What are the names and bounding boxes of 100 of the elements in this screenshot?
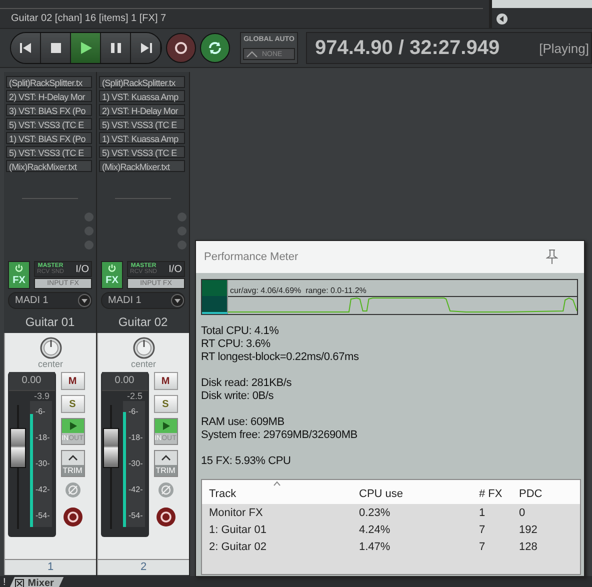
trim-button[interactable]: TRIM bbox=[60, 450, 84, 477]
fx-slot[interactable]: 1) VST: BIAS FX (Po bbox=[6, 132, 92, 144]
scroll-left-icon[interactable] bbox=[496, 13, 508, 25]
mixer-tab[interactable]: Mixer bbox=[8, 576, 64, 587]
fx-slot[interactable]: (Split)RackSplitter.tx bbox=[6, 76, 92, 88]
fx-slot[interactable]: 5) VST: VSS3 (TC E bbox=[6, 146, 92, 158]
stat-line: RAM use: 609MB bbox=[201, 416, 286, 429]
record-icon bbox=[174, 41, 188, 55]
stat-line: 15 FX: 5.93% CPU bbox=[201, 455, 292, 468]
table-cell-text: 128 bbox=[518, 540, 538, 552]
pause-button[interactable] bbox=[101, 33, 131, 63]
record-arm-button[interactable] bbox=[62, 507, 82, 527]
pause-icon bbox=[108, 41, 122, 55]
table-cell-text: 4.24% bbox=[358, 524, 392, 536]
meter-scale-label: -6- bbox=[128, 407, 138, 416]
column-header[interactable]: Track bbox=[202, 480, 352, 504]
fx-toggle-button[interactable]: FX bbox=[8, 261, 30, 289]
graph-label: cur/avg: 4.06/4.69% range: 0.0-11.2% bbox=[229, 286, 366, 295]
io-label: I/O bbox=[168, 264, 182, 274]
solo-button[interactable]: S bbox=[154, 395, 178, 413]
peak-value: -3.9 bbox=[34, 391, 50, 401]
mute-button[interactable]: M bbox=[60, 372, 84, 390]
play-button[interactable] bbox=[71, 33, 101, 63]
caret-icon bbox=[246, 50, 258, 58]
time-position: 974.4.90 / 32:27.949 bbox=[315, 36, 500, 60]
power-icon bbox=[15, 264, 23, 272]
meter-scale-label: -30- bbox=[128, 459, 143, 468]
stop-button[interactable] bbox=[41, 33, 71, 63]
fx-slot[interactable]: 1) VST: Kuassa Amp bbox=[99, 90, 185, 102]
pan-knob[interactable] bbox=[132, 337, 154, 359]
meter-scale-label: -54- bbox=[128, 511, 143, 520]
track-name: Guitar 02 bbox=[117, 314, 169, 331]
pan-value: center bbox=[130, 359, 156, 370]
fader-handle[interactable] bbox=[10, 428, 26, 468]
meter-scale-label: -42- bbox=[36, 485, 50, 494]
fx-slot[interactable]: 3) VST: BIAS FX (Po bbox=[6, 104, 92, 116]
table-cell-text: 0 bbox=[518, 506, 526, 518]
record-arm-button[interactable] bbox=[156, 507, 176, 527]
play-icon bbox=[78, 41, 92, 55]
fx-slot[interactable]: 5) VST: VSS3 (TC E bbox=[6, 118, 92, 130]
meter-scale-label: -42- bbox=[128, 485, 143, 494]
solo-button[interactable]: S bbox=[60, 395, 84, 413]
play-icon bbox=[162, 422, 170, 430]
fx-slot[interactable]: 2) VST: H-Delay Mor bbox=[99, 104, 185, 116]
close-icon[interactable] bbox=[14, 578, 24, 587]
repeat-button[interactable] bbox=[200, 33, 230, 63]
track-number: 1 bbox=[4, 559, 96, 575]
fx-slot[interactable]: 5) VST: VSS3 (TC E bbox=[99, 146, 185, 158]
play-icon bbox=[68, 422, 76, 430]
caret-icon bbox=[68, 455, 78, 461]
start-button[interactable] bbox=[11, 33, 41, 63]
stat-line: Disk read: 281KB/s bbox=[201, 377, 293, 390]
stop-icon bbox=[48, 41, 62, 55]
dots-icon bbox=[177, 212, 187, 252]
end-icon bbox=[138, 41, 152, 55]
fx-slot[interactable]: 5) VST: VSS3 (TC E bbox=[99, 118, 185, 130]
dots-icon bbox=[84, 212, 94, 252]
column-header[interactable]: # FX bbox=[472, 480, 512, 504]
end-button[interactable] bbox=[131, 33, 161, 63]
caret-icon bbox=[160, 455, 170, 461]
pan-value: center bbox=[38, 359, 63, 370]
input-dropdown[interactable]: MADI 1 bbox=[8, 292, 92, 309]
stat-line: Disk write: 0B/s bbox=[201, 390, 275, 403]
fx-slot[interactable]: 2) VST: H-Delay Mor bbox=[6, 90, 92, 102]
volume-value: 0.00 bbox=[102, 372, 148, 391]
play-state: [Playing] bbox=[539, 40, 590, 56]
fx-slot[interactable]: 1) VST: Kuassa Amp bbox=[99, 132, 185, 144]
column-header[interactable]: CPU use bbox=[352, 480, 472, 504]
stat-line: System free: 29769MB/32690MB bbox=[201, 429, 358, 442]
fx-slot[interactable]: (Split)RackSplitter.tx bbox=[99, 76, 185, 88]
table-cell-text: 2: Guitar 02 bbox=[208, 540, 268, 552]
fx-toggle-button[interactable]: FX bbox=[101, 261, 123, 289]
column-header[interactable]: PDC bbox=[512, 480, 572, 504]
trim-button[interactable]: TRIM bbox=[154, 450, 178, 477]
input-dropdown[interactable]: MADI 1 bbox=[101, 292, 185, 309]
stat-line: Total CPU: 4.1% bbox=[201, 325, 280, 338]
table-cell-text: 7 bbox=[478, 524, 486, 536]
meter-scale-label: -18- bbox=[36, 433, 50, 442]
fx-slot[interactable]: (Mix)RackMixer.txt bbox=[6, 160, 92, 172]
stat-line: RT longest-block=0.22ms/0.67ms bbox=[201, 351, 360, 364]
meter-scale-label: -6- bbox=[36, 407, 46, 416]
track-number: 2 bbox=[97, 559, 189, 575]
dock-marker: ! bbox=[2, 577, 7, 587]
fx-slot[interactable]: (Mix)RackMixer.txt bbox=[99, 160, 185, 172]
pan-knob[interactable] bbox=[40, 337, 62, 359]
mute-button[interactable]: M bbox=[154, 372, 178, 390]
status-text: Guitar 02 [chan] 16 [items] 1 [FX] 7 bbox=[10, 12, 168, 24]
fader-handle[interactable] bbox=[102, 428, 118, 468]
table-cell-text: Monitor FX bbox=[208, 506, 264, 518]
window-title: Performance Meter bbox=[204, 251, 298, 263]
io-label: I/O bbox=[76, 264, 89, 274]
meter-scale-label: -18- bbox=[128, 433, 143, 442]
cpu-mini-meter bbox=[202, 280, 228, 314]
pin-icon[interactable] bbox=[546, 249, 558, 265]
peak-value: -2.5 bbox=[126, 391, 144, 401]
volume-value: 0.00 bbox=[8, 372, 54, 391]
record-button[interactable] bbox=[166, 33, 196, 63]
table-cell-text: 1.47% bbox=[358, 540, 392, 552]
repeat-icon bbox=[207, 40, 223, 56]
table-cell-text: 1 bbox=[478, 506, 486, 518]
